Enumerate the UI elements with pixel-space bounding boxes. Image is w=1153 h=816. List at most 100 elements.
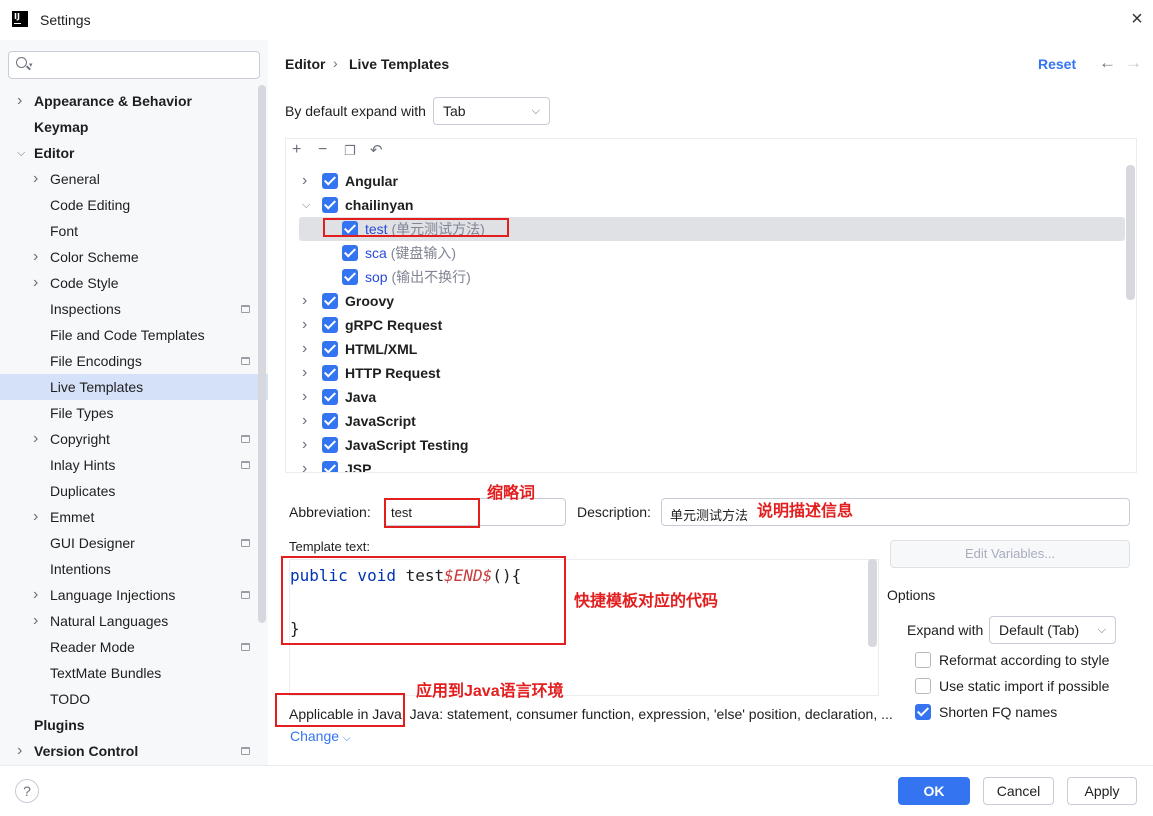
sidebar-item-label: TODO xyxy=(50,691,91,707)
chevron-down-icon[interactable]: ⌵ xyxy=(302,193,310,217)
sidebar-item-code-style[interactable]: › Code Style xyxy=(0,270,268,296)
chevron-down-icon[interactable]: ⌵ xyxy=(17,140,25,166)
remove-icon[interactable]: − xyxy=(318,141,327,159)
undo-icon[interactable]: ↶ xyxy=(370,141,383,159)
template-checkbox[interactable] xyxy=(322,293,338,309)
sidebar-item-gui-designer[interactable]: GUI Designer xyxy=(0,530,268,556)
template-checkbox[interactable] xyxy=(322,413,338,429)
sidebar-item-reader-mode[interactable]: Reader Mode xyxy=(0,634,268,660)
sidebar-item-file-encodings[interactable]: File Encodings xyxy=(0,348,268,374)
chevron-right-icon[interactable]: › xyxy=(33,270,38,296)
chevron-right-icon[interactable]: › xyxy=(33,166,38,192)
sidebar-item-intentions[interactable]: Intentions xyxy=(0,556,268,582)
chevron-right-icon[interactable]: › xyxy=(302,409,307,433)
sidebar-item-inspections[interactable]: Inspections xyxy=(0,296,268,322)
ok-button[interactable]: OK xyxy=(898,777,970,805)
template-group-row[interactable]: › JSP xyxy=(286,457,1126,472)
template-row[interactable]: sca (键盘输入) xyxy=(286,241,1126,265)
sidebar-item-editor[interactable]: ⌵ Editor xyxy=(0,140,268,166)
sidebar-item-natural-languages[interactable]: › Natural Languages xyxy=(0,608,268,634)
chevron-right-icon[interactable]: › xyxy=(302,361,307,385)
sidebar-item-live-templates[interactable]: Live Templates xyxy=(0,374,268,400)
chevron-right-icon[interactable]: › xyxy=(302,337,307,361)
expand-with-select[interactable]: Default (Tab) ⌵ xyxy=(989,616,1116,644)
sidebar-item-plugins[interactable]: Plugins xyxy=(0,712,268,738)
chevron-right-icon[interactable]: › xyxy=(17,88,22,114)
sidebar-item-keymap[interactable]: Keymap xyxy=(0,114,268,140)
back-arrow-icon[interactable]: ← xyxy=(1099,53,1116,73)
template-checkbox[interactable] xyxy=(342,269,358,285)
sidebar-item-copyright[interactable]: › Copyright xyxy=(0,426,268,452)
search-input[interactable]: ▾ xyxy=(8,51,260,79)
template-checkbox[interactable] xyxy=(322,317,338,333)
template-group-row[interactable]: › JavaScript Testing xyxy=(286,433,1126,457)
template-checkbox[interactable] xyxy=(322,341,338,357)
template-row[interactable]: sop (输出不换行) xyxy=(286,265,1126,289)
shorten-fq-checkbox[interactable] xyxy=(915,704,931,720)
chevron-right-icon[interactable]: › xyxy=(302,433,307,457)
cancel-button[interactable]: Cancel xyxy=(983,777,1054,805)
change-contexts-link[interactable]: Change ⌵ xyxy=(290,728,351,744)
sidebar-item-font[interactable]: Font xyxy=(0,218,268,244)
reformat-checkbox[interactable] xyxy=(915,652,931,668)
help-icon[interactable]: ? xyxy=(15,779,39,803)
apply-button[interactable]: Apply xyxy=(1067,777,1137,805)
sidebar-item-label: Intentions xyxy=(50,561,111,577)
forward-arrow-icon[interactable]: → xyxy=(1125,53,1142,73)
chevron-right-icon[interactable]: › xyxy=(302,457,307,472)
chevron-right-icon[interactable]: › xyxy=(33,504,38,530)
search-history-icon[interactable]: ▾ xyxy=(29,61,33,69)
template-group-row[interactable]: › Angular xyxy=(286,169,1126,193)
sidebar-item-file-types[interactable]: File Types xyxy=(0,400,268,426)
sidebar-item-language-injections[interactable]: › Language Injections xyxy=(0,582,268,608)
sidebar-item-textmate-bundles[interactable]: TextMate Bundles xyxy=(0,660,268,686)
template-group-row[interactable]: › HTTP Request xyxy=(286,361,1126,385)
template-checkbox[interactable] xyxy=(342,245,358,261)
template-group-row[interactable]: › HTML/XML xyxy=(286,337,1126,361)
reset-link[interactable]: Reset xyxy=(1038,56,1076,72)
chevron-right-icon[interactable]: › xyxy=(33,582,38,608)
template-checkbox[interactable] xyxy=(322,389,338,405)
sidebar-scrollbar[interactable] xyxy=(258,85,266,623)
description-input[interactable]: 单元测试方法 xyxy=(661,498,1130,526)
sidebar-item-color-scheme[interactable]: › Color Scheme xyxy=(0,244,268,270)
copy-icon[interactable]: ❐ xyxy=(344,143,356,159)
template-checkbox[interactable] xyxy=(322,365,338,381)
expand-default-select[interactable]: Tab ⌵ xyxy=(433,97,550,125)
chevron-right-icon[interactable]: › xyxy=(302,385,307,409)
chevron-right-icon[interactable]: › xyxy=(33,244,38,270)
template-checkbox[interactable] xyxy=(322,197,338,213)
breadcrumb-editor[interactable]: Editor xyxy=(285,56,325,72)
template-checkbox[interactable] xyxy=(322,437,338,453)
template-group-row[interactable]: › gRPC Request xyxy=(286,313,1126,337)
sidebar-item-code-editing[interactable]: Code Editing xyxy=(0,192,268,218)
chevron-right-icon[interactable]: › xyxy=(33,426,38,452)
template-group-row[interactable]: ⌵ chailinyan xyxy=(286,193,1126,217)
sidebar-item-general[interactable]: › General xyxy=(0,166,268,192)
chevron-right-icon[interactable]: › xyxy=(302,289,307,313)
chevron-right-icon[interactable]: › xyxy=(17,738,22,764)
sidebar-item-emmet[interactable]: › Emmet xyxy=(0,504,268,530)
tree-scrollbar[interactable] xyxy=(1126,165,1135,300)
chevron-right-icon[interactable]: › xyxy=(302,169,307,193)
code-scrollbar[interactable] xyxy=(868,559,877,647)
template-name-text: Groovy xyxy=(345,293,395,309)
template-group-row[interactable]: › JavaScript xyxy=(286,409,1126,433)
template-checkbox[interactable] xyxy=(322,461,338,472)
sidebar-item-appearance-behavior[interactable]: › Appearance & Behavior xyxy=(0,88,268,114)
sidebar-item-label: Copyright xyxy=(50,431,110,447)
template-group-row[interactable]: › Java xyxy=(286,385,1126,409)
sidebar-item-duplicates[interactable]: Duplicates xyxy=(0,478,268,504)
sidebar-item-file-and-code-templates[interactable]: File and Code Templates xyxy=(0,322,268,348)
sidebar-item-todo[interactable]: TODO xyxy=(0,686,268,712)
static-import-checkbox[interactable] xyxy=(915,678,931,694)
sidebar-item-inlay-hints[interactable]: Inlay Hints xyxy=(0,452,268,478)
sidebar-item-version-control[interactable]: › Version Control xyxy=(0,738,268,764)
add-icon[interactable]: + xyxy=(292,141,301,159)
template-checkbox[interactable] xyxy=(322,173,338,189)
chevron-right-icon[interactable]: › xyxy=(33,608,38,634)
chevron-right-icon[interactable]: › xyxy=(302,313,307,337)
close-icon[interactable]: × xyxy=(1126,8,1148,30)
edit-variables-button[interactable]: Edit Variables... xyxy=(890,540,1130,568)
template-group-row[interactable]: › Groovy xyxy=(286,289,1126,313)
